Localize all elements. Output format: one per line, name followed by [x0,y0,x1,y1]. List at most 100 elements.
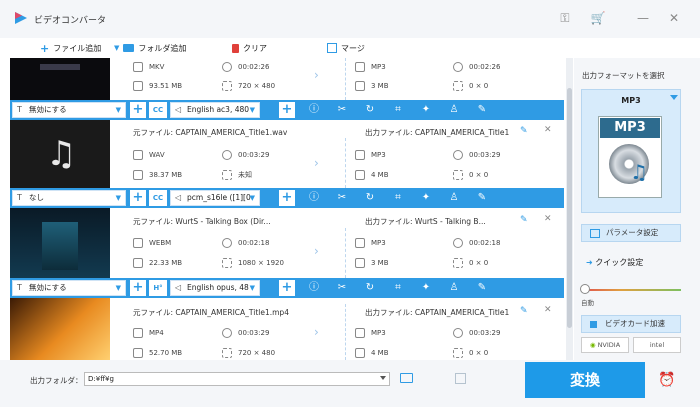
rename-pencil-icon[interactable]: ✎ [520,306,528,316]
clock-icon [222,238,232,248]
add-audio-button[interactable]: + [279,190,295,206]
output-folder-field[interactable]: D:¥ff¥g [84,372,390,386]
rename-pencil-icon[interactable]: ✎ [520,126,528,136]
cc-subtitle-icon[interactable]: CC [149,102,167,118]
remove-item-icon[interactable]: ✕ [544,305,552,315]
gpu-acceleration-button[interactable]: ビデオカード加速 [581,315,681,333]
output-duration: 00:02:18 [453,238,500,248]
chevron-down-icon[interactable] [670,95,678,100]
info-icon[interactable]: ⓘ [307,281,321,295]
alarm-clock-icon[interactable]: ⏰ [656,372,678,390]
source-filename: 元ファイル: CAPTAIN_AMERICA_Title1.mp4 [133,308,289,317]
minimize-button[interactable]: — [633,8,653,28]
info-icon[interactable]: ⓘ [307,191,321,205]
divider [345,228,346,278]
thumbnail[interactable] [10,58,110,100]
scrollbar-track[interactable] [566,58,573,360]
text-icon: T [17,193,22,202]
resolution-icon [222,81,232,91]
convert-button[interactable]: 変換 [525,362,645,398]
source-duration: 00:03:29 [222,150,269,160]
hd-icon[interactable]: H° [149,280,167,296]
cut-icon[interactable]: ✂ [335,191,349,205]
cut-icon[interactable]: ✂ [335,281,349,295]
format-icon [355,328,365,338]
subtitle-select[interactable]: T 無効にする ▼ [12,280,126,296]
chevron-down-icon[interactable] [380,376,386,380]
format-icon [133,150,143,160]
rename-pencil-icon[interactable]: ✎ [520,215,528,225]
resolution-icon [222,170,232,180]
scrollbar-thumb[interactable] [567,88,572,328]
output-format: MP3 [355,150,386,160]
add-file-button[interactable]: + ファイル追加 [40,40,101,56]
merge-button[interactable]: マージ [327,40,365,56]
thumbnail[interactable] [10,208,110,278]
info-icon[interactable]: ⓘ [307,103,321,117]
cart-icon[interactable]: 🛒 [588,8,608,28]
chevron-down-icon: ▼ [115,106,121,114]
watermark-icon[interactable]: ♙ [447,103,461,117]
file-list: MKV 00:02:26 93.51 MB 720 × 480 › MP3 00… [10,58,564,360]
output-format-name: MP3 [621,96,641,105]
add-folder-button[interactable]: ▼ フォルダ追加 [114,40,186,56]
format-icon [355,238,365,248]
resolution-icon [222,348,232,358]
quality-slider[interactable] [581,289,681,291]
add-subtitle-button[interactable]: + [130,190,146,206]
format-icon [355,150,365,160]
rotate-icon[interactable]: ↻ [363,103,377,117]
cut-icon[interactable]: ✂ [335,103,349,117]
clear-button[interactable]: クリア [232,40,267,56]
edit-subtitle-icon[interactable]: ✎ [475,191,489,205]
thumbnail[interactable] [10,298,110,360]
remove-item-icon[interactable]: ✕ [544,214,552,224]
crop-icon[interactable]: ⌗ [391,191,405,205]
format-icon [133,328,143,338]
file-size-icon [355,348,365,358]
merge-output-icon[interactable] [455,373,466,384]
effect-icon[interactable]: ✦ [419,281,433,295]
subtitle-select[interactable]: T なし ▼ [12,190,126,206]
speaker-icon: ◁ [175,283,182,292]
add-audio-button[interactable]: + [279,280,295,296]
resolution-icon [453,170,463,180]
output-duration: 00:03:29 [453,150,500,160]
add-subtitle-button[interactable]: + [130,102,146,118]
source-format: WAV [133,150,165,160]
cc-subtitle-icon[interactable]: CC [149,190,167,206]
audio-track-select[interactable]: ◁ English opus, 48 ▼ [170,280,260,296]
add-subtitle-button[interactable]: + [130,280,146,296]
audio-track-select[interactable]: ◁ English ac3, 480 ▼ [170,102,260,118]
remove-item-icon[interactable]: ✕ [544,125,552,135]
open-folder-icon[interactable] [400,373,413,383]
watermark-icon[interactable]: ♙ [447,191,461,205]
effect-icon[interactable]: ✦ [419,103,433,117]
rotate-icon[interactable]: ↻ [363,281,377,295]
quality-slider-handle[interactable] [580,284,590,294]
audio-track-select[interactable]: ◁ pcm_s16le ([1][0 ▼ [170,190,260,206]
effect-icon[interactable]: ✦ [419,191,433,205]
crop-icon[interactable]: ⌗ [391,281,405,295]
clock-icon [453,328,463,338]
gpu-acceleration-label: ビデオカード加速 [605,319,665,328]
key-icon[interactable]: ⚿ [555,8,575,28]
source-duration: 00:03:29 [222,328,269,338]
subtitle-select[interactable]: T 無効にする ▼ [12,102,126,118]
output-format-title: 出力フォーマットを選択 [582,71,665,80]
watermark-icon[interactable]: ♙ [447,281,461,295]
rotate-icon[interactable]: ↻ [363,191,377,205]
output-filename: 出力ファイル: WurtS - Talking B... [365,217,486,226]
edit-toolbar: T なし ▼ + CC ◁ pcm_s16le ([1][0 ▼ + ⓘ ✂ ↻ ⌗ ✦… [10,188,564,208]
close-button[interactable]: ✕ [664,8,684,28]
clock-icon [453,238,463,248]
parameter-settings-button[interactable]: パラメータ設定 [581,224,681,242]
quick-settings-label: ➜ クイック設定 [586,258,644,267]
edit-subtitle-icon[interactable]: ✎ [475,103,489,117]
chevron-down-icon: ▼ [249,194,255,202]
add-folder-label: フォルダ追加 [138,43,187,53]
add-audio-button[interactable]: + [279,102,295,118]
thumbnail[interactable]: ♫ [10,120,110,188]
edit-subtitle-icon[interactable]: ✎ [475,281,489,295]
crop-icon[interactable]: ⌗ [391,103,405,117]
